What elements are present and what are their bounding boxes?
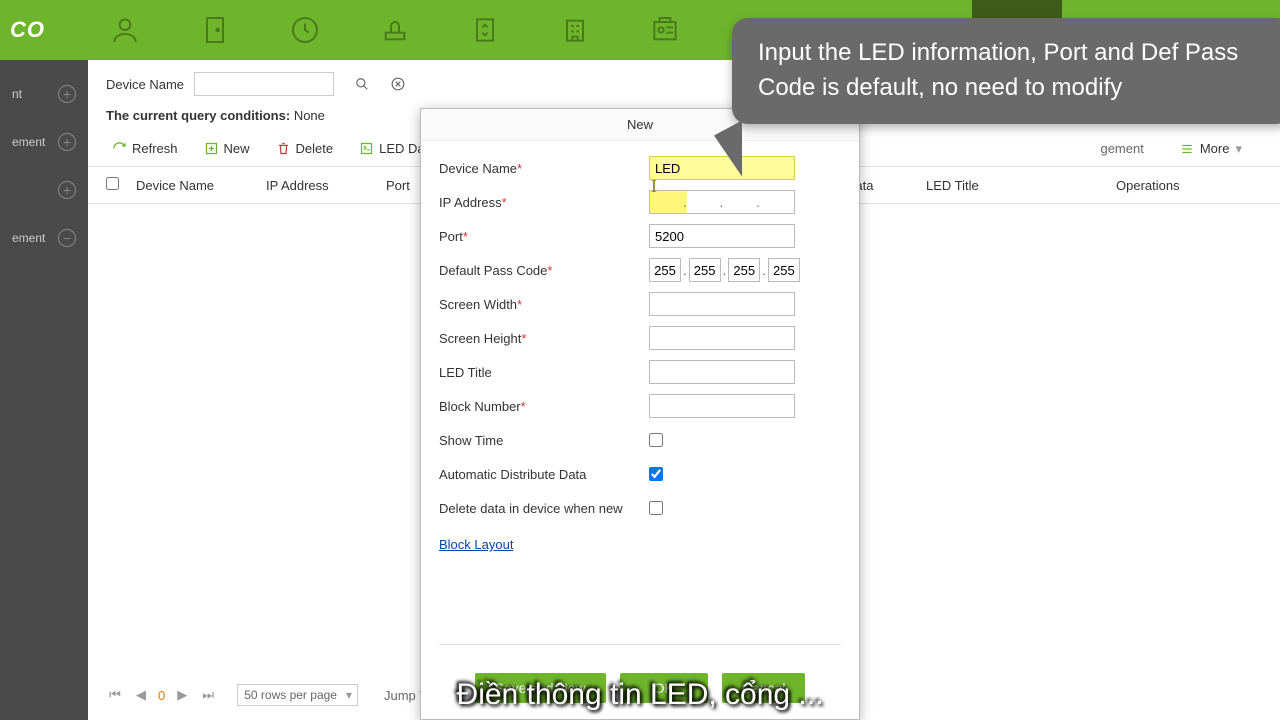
more-button[interactable]: gement More ▾ [1100,141,1242,157]
ip-label: IP Address [439,195,502,210]
delete-button[interactable]: Delete [270,137,340,160]
block-layout-link[interactable]: Block Layout [439,537,513,552]
current-page: 0 [158,688,165,703]
col-operations: Operations [1116,178,1262,193]
screen-height-label: Screen Height [439,331,521,346]
show-time-checkbox[interactable] [649,433,663,447]
device-name-label: Device Name [439,161,517,176]
ip-seg-1[interactable] [650,191,683,213]
new-device-modal: New Device Name* IP Address* . . . Port*… [420,108,860,720]
device-name-search[interactable] [194,72,334,96]
person-icon[interactable] [105,10,145,50]
door-icon[interactable] [195,10,235,50]
search-icon[interactable] [354,76,370,92]
show-time-label: Show Time [439,433,503,448]
clear-icon[interactable] [390,76,406,92]
first-page-icon[interactable]: ⏮ [106,686,124,704]
passcode-label: Default Pass Code [439,263,547,278]
badge-icon[interactable] [645,10,685,50]
refresh-button[interactable]: Refresh [106,137,184,160]
clock-icon[interactable] [285,10,325,50]
instruction-callout: Input the LED information, Port and Def … [732,18,1280,124]
save-and-new-button[interactable]: Save and New [475,673,606,703]
cancel-button[interactable]: Cancel [722,673,806,703]
pass-seg-1[interactable] [649,258,681,282]
sidebar-item-3[interactable]: ement− [0,214,88,262]
plus-icon: + [58,133,76,151]
sidebar: nt+ ement+ + ement− [0,60,88,720]
port-label: Port [439,229,463,244]
delete-on-new-checkbox[interactable] [649,501,663,515]
sidebar-item-2[interactable]: + [0,166,88,214]
ip-seg-2[interactable] [687,191,720,213]
rows-per-page[interactable]: 50 rows per page ▾ [237,684,358,706]
passcode-input[interactable]: . . . [649,258,795,282]
plus-icon: + [58,85,76,103]
led-title-label: LED Title [439,365,492,380]
sidebar-item-0[interactable]: nt+ [0,70,88,118]
led-title-input[interactable] [649,360,795,384]
new-button[interactable]: New [198,137,256,160]
ok-button[interactable]: OK [620,673,708,703]
pass-seg-2[interactable] [689,258,721,282]
screen-width-label: Screen Width [439,297,517,312]
port-input[interactable] [649,224,795,248]
col-led-title: LED Title [926,178,1116,193]
ip-seg-4[interactable] [760,191,793,213]
ip-seg-3[interactable] [723,191,756,213]
pass-seg-3[interactable] [728,258,760,282]
col-ip: IP Address [266,178,386,193]
stamp-icon[interactable] [375,10,415,50]
auto-dist-label: Automatic Distribute Data [439,467,586,482]
block-number-label: Block Number [439,399,521,414]
col-device-name: Device Name [136,178,266,193]
pass-seg-4[interactable] [768,258,800,282]
screen-width-input[interactable] [649,292,795,316]
screen-height-input[interactable] [649,326,795,350]
prev-page-icon[interactable]: ◀ [132,686,150,704]
building-icon[interactable] [555,10,595,50]
select-all-checkbox[interactable] [106,177,119,190]
auto-distribute-checkbox[interactable] [649,467,663,481]
top-nav [105,10,685,50]
next-page-icon[interactable]: ▶ [173,686,191,704]
delete-on-new-label: Delete data in device when new [439,501,623,516]
minus-icon: − [58,229,76,247]
sidebar-item-1[interactable]: ement+ [0,118,88,166]
query-label: Device Name [106,77,184,92]
ip-address-input[interactable]: . . . [649,190,795,214]
elevator-icon[interactable] [465,10,505,50]
logo: CO [10,17,45,43]
plus-icon: + [58,181,76,199]
last-page-icon[interactable]: ⏭ [199,686,217,704]
block-number-input[interactable] [649,394,795,418]
